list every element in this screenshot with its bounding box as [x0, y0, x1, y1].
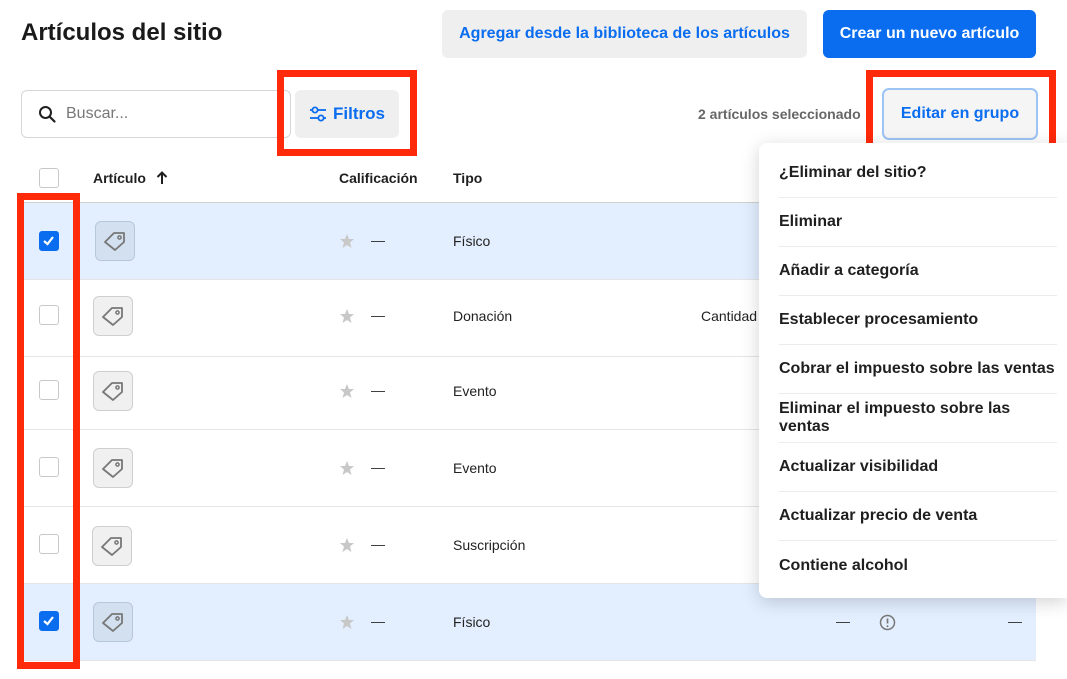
item-thumbnail [95, 221, 135, 261]
search-icon [39, 106, 56, 123]
item-thumbnail [93, 602, 133, 642]
create-new-item-button[interactable]: Crear un nuevo artículo [823, 10, 1036, 58]
tag-icon [101, 537, 122, 556]
menu-item-remove-sales-tax[interactable]: Eliminar el impuesto sobre las ventas [779, 394, 1057, 443]
rating-value: — [371, 307, 385, 323]
tag-icon [102, 613, 123, 632]
row-checkbox[interactable] [39, 534, 59, 554]
sliders-icon [310, 106, 327, 122]
filters-button[interactable]: Filtros [295, 90, 399, 138]
row-checkbox[interactable] [39, 380, 59, 400]
rating-value: — [371, 459, 385, 475]
tag-icon [102, 382, 123, 401]
type-cell: Suscripción [453, 537, 526, 553]
menu-item-add-to-category[interactable]: Añadir a categoría [779, 247, 1057, 296]
type-cell: Físico [453, 233, 491, 249]
price-cell: — [836, 613, 850, 629]
select-all-checkbox[interactable] [39, 168, 59, 188]
bulk-edit-menu: ¿Eliminar del sitio? Eliminar Añadir a c… [759, 143, 1067, 598]
menu-item-delete[interactable]: Eliminar [779, 198, 1057, 247]
filters-label: Filtros [333, 104, 385, 123]
star-icon [340, 384, 354, 398]
column-header-item-label: Artículo [93, 170, 146, 186]
page-title: Artículos del sitio [21, 19, 223, 46]
column-header-type[interactable]: Tipo [453, 170, 482, 186]
tag-icon [102, 459, 123, 478]
menu-item-remove-from-site[interactable]: ¿Eliminar del sitio? [779, 149, 1057, 198]
column-header-rating[interactable]: Calificación [339, 170, 418, 186]
star-icon [340, 309, 354, 323]
menu-item-set-fulfillment[interactable]: Establecer procesamiento [779, 296, 1057, 345]
menu-item-update-sale-price[interactable]: Actualizar precio de venta [779, 492, 1057, 541]
page: Artículos del sitio Agregar desde la bib… [0, 0, 1067, 679]
type-cell: Evento [453, 383, 497, 399]
star-icon [340, 461, 354, 475]
column-header-item[interactable]: Artículo [93, 170, 168, 186]
bulk-edit-button[interactable]: Editar en grupo [882, 88, 1038, 140]
checkmark-icon [43, 236, 54, 246]
item-thumbnail [93, 448, 133, 488]
menu-item-contains-alcohol[interactable]: Contiene alcohol [779, 541, 1057, 590]
item-thumbnail [93, 296, 133, 336]
star-icon [340, 615, 354, 629]
add-from-library-button[interactable]: Agregar desde la biblioteca de los artíc… [442, 10, 807, 58]
search-input[interactable] [66, 105, 266, 123]
arrow-up-icon [156, 171, 167, 184]
row-checkbox[interactable] [39, 611, 59, 631]
search-box[interactable] [21, 90, 291, 138]
selected-count: 2 artículos seleccionado [698, 106, 861, 122]
type-cell: Evento [453, 460, 497, 476]
extra-cell: Cantidad [701, 308, 758, 324]
star-icon [340, 234, 354, 248]
row-checkbox[interactable] [39, 305, 59, 325]
row-checkbox[interactable] [39, 457, 59, 477]
item-thumbnail [92, 526, 132, 566]
item-thumbnail [93, 371, 133, 411]
checkmark-icon [43, 616, 54, 626]
type-cell: Físico [453, 614, 491, 630]
tag-icon [102, 307, 123, 326]
rating-value: — [371, 382, 385, 398]
type-cell: Donación [453, 308, 513, 324]
menu-item-charge-sales-tax[interactable]: Cobrar el impuesto sobre las ventas [779, 345, 1057, 394]
star-icon [340, 538, 354, 552]
rating-value: — [371, 232, 385, 248]
rating-value: — [371, 536, 385, 552]
row-checkbox[interactable] [39, 231, 59, 251]
stock-cell: — [1008, 613, 1022, 629]
alert-circle-icon[interactable] [879, 614, 896, 631]
menu-item-update-visibility[interactable]: Actualizar visibilidad [779, 443, 1057, 492]
tag-icon [104, 232, 125, 251]
rating-value: — [371, 613, 385, 629]
